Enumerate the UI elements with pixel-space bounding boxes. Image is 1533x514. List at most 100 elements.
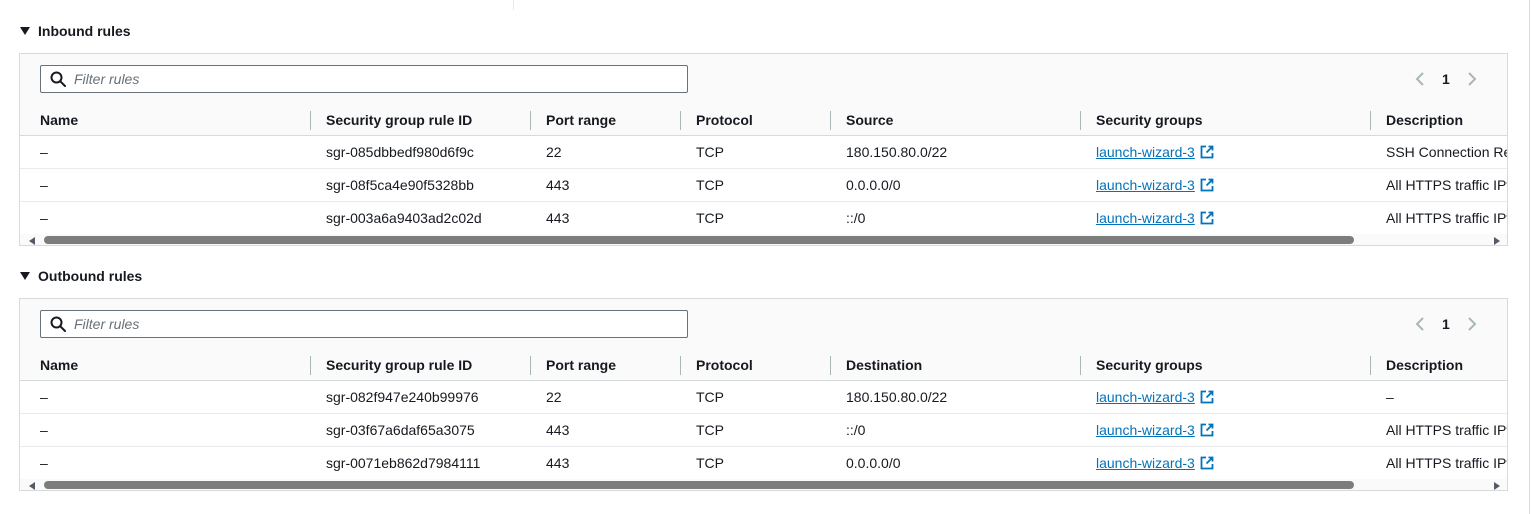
column-resizer[interactable] [1370, 356, 1371, 375]
column-header-security-groups[interactable]: Security groups [1096, 104, 1356, 135]
outbound-filter-input[interactable] [74, 316, 664, 332]
column-resizer[interactable] [310, 356, 311, 375]
outbound-page-number[interactable]: 1 [1442, 316, 1450, 332]
cell-security-groups: launch-wizard-3 [1096, 136, 1356, 168]
column-resizer[interactable] [310, 111, 311, 130]
cell-protocol: TCP [696, 144, 724, 160]
outbound-pagination: 1 [1414, 313, 1478, 335]
outbound-horizontal-scrollbar[interactable] [20, 479, 1507, 490]
cell-security-groups: launch-wizard-3 [1096, 414, 1356, 446]
inbound-next-page-button[interactable] [1466, 71, 1478, 87]
column-header-rule-id[interactable]: Security group rule ID [326, 349, 526, 380]
column-header-name[interactable]: Name [40, 349, 310, 380]
cell-name: – [40, 422, 48, 438]
table-row: – sgr-082f947e240b99976 22 TCP 180.150.8… [20, 381, 1507, 414]
inbound-prev-page-button[interactable] [1414, 71, 1426, 87]
security-group-link[interactable]: launch-wizard-3 [1096, 210, 1214, 226]
inbound-filter-input[interactable] [74, 71, 664, 87]
cell-protocol: TCP [696, 389, 724, 405]
security-group-link-text: launch-wizard-3 [1096, 422, 1195, 438]
table-row: – sgr-0071eb862d7984111 443 TCP 0.0.0.0/… [20, 447, 1508, 480]
cell-protocol: TCP [696, 210, 724, 226]
outbound-next-page-button[interactable] [1466, 316, 1478, 332]
column-resizer[interactable] [1370, 111, 1371, 130]
cell-port-range: 22 [546, 389, 562, 405]
right-divider [1529, 0, 1530, 514]
inbound-page-number[interactable]: 1 [1442, 71, 1450, 87]
search-icon [50, 316, 66, 332]
column-resizer[interactable] [530, 356, 531, 375]
inbound-filter-box[interactable] [40, 65, 688, 93]
security-group-link[interactable]: launch-wizard-3 [1096, 455, 1214, 471]
column-header-port-range[interactable]: Port range [546, 104, 676, 135]
column-header-description[interactable]: Description [1386, 349, 1507, 380]
table-row: – sgr-085dbbedf980d6f9c 22 TCP 180.150.8… [20, 136, 1507, 169]
column-resizer[interactable] [1080, 111, 1081, 130]
cell-protocol: TCP [696, 177, 724, 193]
column-header-destination[interactable]: Destination [846, 349, 1076, 380]
cell-security-groups: launch-wizard-3 [1096, 169, 1356, 201]
column-resizer[interactable] [830, 111, 831, 130]
column-resizer[interactable] [530, 111, 531, 130]
scroll-right-arrow-icon[interactable] [1494, 237, 1500, 245]
column-header-name[interactable]: Name [40, 104, 310, 135]
cell-port-range: 443 [546, 177, 570, 193]
cell-destination: 180.150.80.0/22 [846, 389, 948, 405]
caret-down-icon [20, 272, 30, 280]
search-icon [50, 71, 66, 87]
cell-security-groups: launch-wizard-3 [1096, 381, 1356, 413]
cell-name: – [40, 389, 48, 405]
security-group-link[interactable]: launch-wizard-3 [1096, 177, 1214, 193]
column-header-security-groups[interactable]: Security groups [1096, 349, 1356, 380]
cell-source: 0.0.0.0/0 [846, 177, 901, 193]
outbound-rules-toggle[interactable]: Outbound rules [20, 265, 142, 287]
cell-rule-id: sgr-003a6a9403ad2c02d [326, 210, 482, 226]
scrollbar-thumb[interactable] [44, 481, 1354, 489]
security-group-link[interactable]: launch-wizard-3 [1096, 389, 1214, 405]
outbound-rules-table: Name Security group rule ID Port range P… [20, 349, 1508, 480]
table-header-row: Name Security group rule ID Port range P… [20, 349, 1507, 381]
security-group-link-text: launch-wizard-3 [1096, 210, 1195, 226]
scroll-right-arrow-icon[interactable] [1494, 482, 1500, 490]
scroll-left-arrow-icon[interactable] [29, 237, 35, 245]
cell-destination: 0.0.0.0/0 [846, 455, 901, 471]
chevron-right-icon [1468, 72, 1477, 86]
inbound-horizontal-scrollbar[interactable] [20, 234, 1507, 245]
inbound-rules-toggle[interactable]: Inbound rules [20, 20, 131, 42]
cell-rule-id: sgr-0071eb862d7984111 [326, 455, 481, 471]
column-header-protocol[interactable]: Protocol [696, 349, 826, 380]
scroll-left-arrow-icon[interactable] [29, 482, 35, 490]
external-link-icon [1200, 390, 1214, 404]
column-resizer[interactable] [680, 356, 681, 375]
column-header-protocol[interactable]: Protocol [696, 104, 826, 135]
column-resizer[interactable] [680, 111, 681, 130]
security-group-link-text: launch-wizard-3 [1096, 144, 1195, 160]
outbound-filter-box[interactable] [40, 310, 688, 338]
security-group-link[interactable]: launch-wizard-3 [1096, 422, 1214, 438]
cell-security-groups: launch-wizard-3 [1096, 202, 1356, 234]
cell-description: All HTTPS traffic IPv [1386, 455, 1508, 471]
external-link-icon [1200, 145, 1214, 159]
column-header-rule-id[interactable]: Security group rule ID [326, 104, 526, 135]
cell-protocol: TCP [696, 455, 724, 471]
cell-description: All HTTPS traffic IPv [1386, 422, 1508, 438]
cell-source: ::/0 [846, 210, 866, 226]
column-header-source[interactable]: Source [846, 104, 1076, 135]
cell-destination: ::/0 [846, 422, 866, 438]
outbound-prev-page-button[interactable] [1414, 316, 1426, 332]
caret-down-icon [20, 27, 30, 35]
security-group-link[interactable]: launch-wizard-3 [1096, 144, 1214, 160]
column-resizer[interactable] [830, 356, 831, 375]
inbound-rules-panel: 1 Name Security group rule ID Port range… [19, 53, 1508, 246]
scrollbar-thumb[interactable] [44, 236, 1354, 244]
external-link-icon [1200, 456, 1214, 470]
cell-source: 180.150.80.0/22 [846, 144, 948, 160]
cell-name: – [40, 177, 48, 193]
cell-port-range: 22 [546, 144, 562, 160]
column-header-description[interactable]: Description [1386, 104, 1507, 135]
cell-name: – [40, 455, 48, 471]
cell-rule-id: sgr-08f5ca4e90f5328bb [326, 177, 474, 193]
cell-port-range: 443 [546, 455, 570, 471]
column-resizer[interactable] [1080, 356, 1081, 375]
column-header-port-range[interactable]: Port range [546, 349, 676, 380]
